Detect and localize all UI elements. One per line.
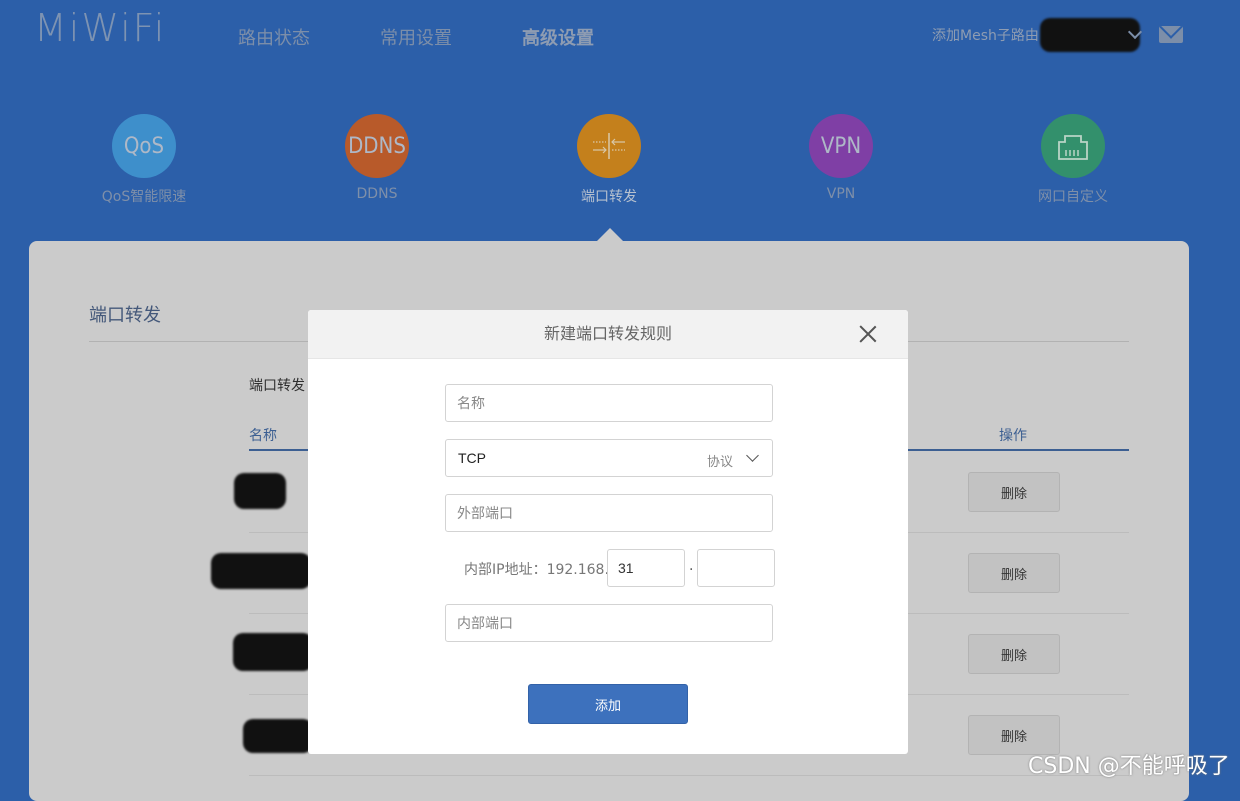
watermark: CSDN @不能呼吸了 (1028, 754, 1230, 779)
redacted-rule-name (243, 719, 313, 753)
new-port-forward-dialog: 新建端口转发规则 TCP 协议 内部IP地址：192.168. . 添加 (308, 310, 908, 754)
mail-icon[interactable] (1159, 26, 1183, 43)
page-title: 端口转发 (89, 305, 161, 326)
section-label: 端口转发 (249, 378, 305, 394)
protocol-select[interactable]: TCP 协议 (445, 439, 773, 477)
feature-label: VPN (826, 186, 856, 202)
delete-button[interactable]: 删除 (968, 472, 1060, 512)
ethernet-icon (1041, 114, 1105, 178)
ip-dot-separator: . (689, 558, 694, 574)
vpn-icon: VPN (809, 114, 873, 178)
delete-button[interactable]: 删除 (968, 634, 1060, 674)
rule-name-input[interactable] (445, 384, 773, 422)
nav-common-settings[interactable]: 常用设置 (380, 24, 452, 50)
ip-fourth-octet-input[interactable] (697, 549, 775, 587)
redacted-rule-name (211, 553, 311, 589)
redacted-rule-name (234, 473, 286, 509)
protocol-value: TCP (458, 450, 486, 466)
external-port-input[interactable] (445, 494, 773, 532)
feature-label: DDNS (356, 186, 398, 202)
add-mesh-node-link[interactable]: 添加Mesh子路由 (932, 25, 1039, 45)
feature-label: 端口转发 (581, 189, 637, 205)
nav-router-status[interactable]: 路由状态 (238, 24, 310, 50)
port-forward-icon (577, 114, 641, 178)
active-feature-indicator (597, 228, 623, 241)
delete-button[interactable]: 删除 (968, 553, 1060, 593)
feature-ethernet-custom[interactable]: 网口自定义 (983, 114, 1163, 206)
close-icon[interactable] (856, 322, 880, 346)
ip-third-octet-input[interactable] (607, 549, 685, 587)
dialog-title: 新建端口转发规则 (543, 324, 672, 343)
feature-ddns[interactable]: DDNS DDNS (287, 114, 467, 202)
feature-vpn[interactable]: VPN VPN (751, 114, 931, 202)
redacted-router-name (1040, 18, 1140, 52)
feature-port-forward[interactable]: 端口转发 (519, 114, 699, 206)
feature-label: 网口自定义 (1038, 189, 1108, 205)
nav-advanced-settings[interactable]: 高级设置 (522, 24, 594, 50)
qos-icon: QoS (112, 114, 176, 178)
feature-qos[interactable]: QoS QoS智能限速 (54, 114, 234, 206)
miwifi-logo: MiWiFi (34, 6, 167, 50)
ddns-icon: DDNS (345, 114, 409, 178)
internal-ip-label: 内部IP地址：192.168. (464, 562, 609, 578)
protocol-hint: 协议 (707, 454, 734, 469)
chevron-down-icon (746, 449, 759, 462)
table-row-divider (249, 775, 1129, 776)
column-header-name: 名称 (249, 428, 277, 444)
column-header-action: 操作 (999, 428, 1027, 444)
add-button[interactable]: 添加 (528, 684, 688, 724)
internal-port-input[interactable] (445, 604, 773, 642)
redacted-rule-name (233, 633, 313, 671)
feature-label: QoS智能限速 (101, 189, 187, 205)
